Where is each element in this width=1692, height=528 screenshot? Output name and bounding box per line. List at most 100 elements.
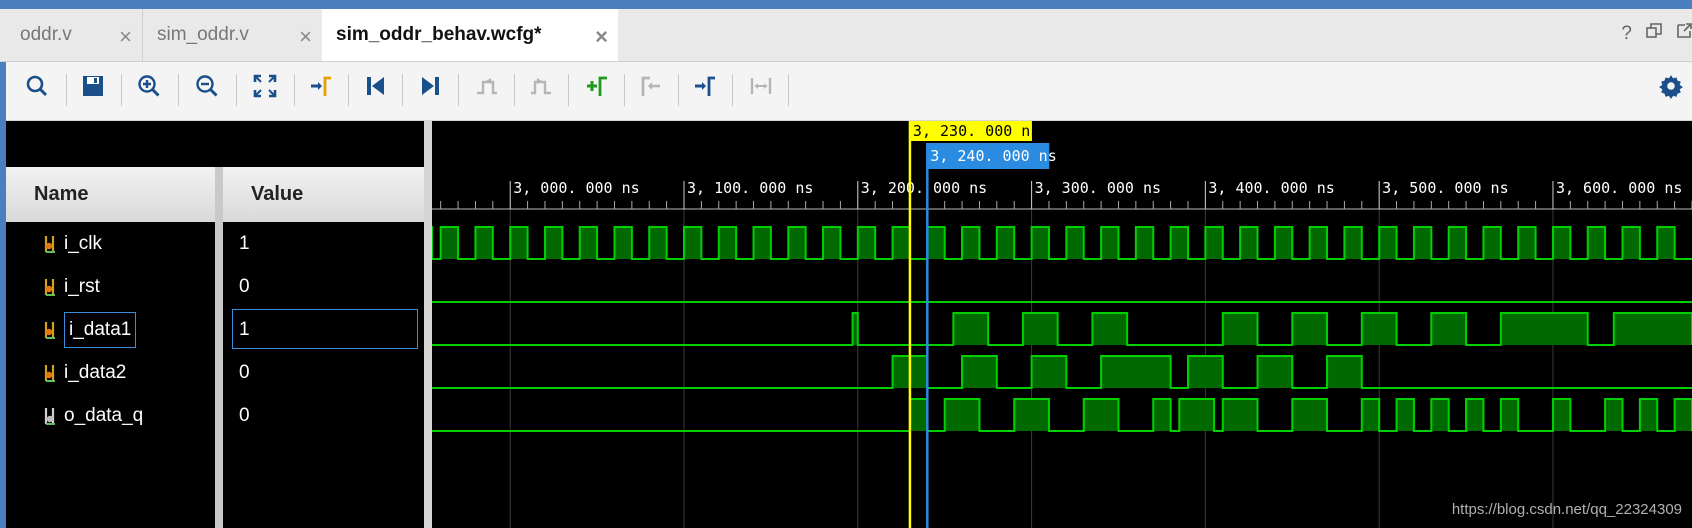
wave-fill [1327,356,1362,388]
wave-fill [649,227,667,259]
wave-fill [1274,227,1293,259]
signal-row-i-rst[interactable]: i_rst [44,265,100,308]
tick-label: 3, 300. 000 ns [1035,179,1161,197]
toolbar-separator [348,74,349,106]
wave-fill [1379,227,1397,259]
wave-fill [892,227,910,259]
float-icon[interactable] [1676,23,1692,45]
toolbar-separator [294,74,295,106]
signal-value: 0 [239,361,250,383]
wave-fill [1240,227,1258,259]
previous-transition-icon[interactable] [472,71,502,101]
pane-splitter[interactable] [424,121,432,528]
toolbar-separator [788,74,789,106]
value-row[interactable]: 1 [223,222,424,265]
previous-marker-icon[interactable] [636,71,666,101]
signal-row-o-data-q[interactable]: o_data_q [44,394,143,437]
waveform-toolbar [6,62,1692,121]
tick-label: 3, 100. 000 ns [687,179,813,197]
close-icon[interactable]: × [595,24,608,50]
column-splitter[interactable] [215,167,223,528]
scope-header-blank [6,121,424,167]
wave-fill [1613,313,1692,345]
search-icon[interactable] [22,71,52,101]
swap-cursors-icon[interactable] [746,71,776,101]
wave-fill [1448,227,1467,259]
watermark: https://blog.csdn.net/qq_22324309 [1451,501,1682,518]
toolbar-separator [732,74,733,106]
wave-fill [718,227,737,259]
zoom-in-icon[interactable] [134,71,164,101]
wave-fill [1083,399,1119,431]
tab-sim-oddr[interactable]: sim_oddr.v × [142,9,322,61]
selection-box [232,309,418,349]
wave-fill [1022,313,1058,345]
next-transition-icon[interactable] [526,71,556,101]
wave-fill [1518,227,1536,259]
signal-name: i_data2 [64,361,127,383]
wave-fill [510,227,528,259]
yellow-cursor-label: 3, 230. 000 ns [913,122,1039,140]
wave-fill [1622,227,1640,259]
go-to-last-time-icon[interactable] [416,71,446,101]
wave-fill [614,227,632,259]
value-column-header[interactable]: Value [251,183,303,206]
wave-fill [1153,399,1171,431]
wave-fill [1101,227,1119,259]
help-icon[interactable]: ? [1621,23,1632,45]
close-icon[interactable]: × [299,24,312,50]
toolbar-separator [66,74,67,106]
wave-fill [544,227,563,259]
signal-name: o_data_q [64,404,144,426]
wave-fill [1605,399,1623,431]
wave-fill [1361,399,1380,431]
tab-label: oddr.v [20,24,72,45]
wave-fill [753,227,771,259]
wave-fill [1657,227,1675,259]
save-icon[interactable] [78,71,108,101]
wave-fill [1222,313,1258,345]
wave-fill [1309,227,1328,259]
settings-icon[interactable] [1656,71,1686,101]
wave-fill [1552,227,1571,259]
go-to-time-zero-icon[interactable] [360,71,390,101]
value-row[interactable]: 0 [223,351,424,394]
waveform-canvas[interactable]: 3, 000. 000 ns 3, 100. 000 ns 3, 200. 000 … [432,121,1692,528]
wave-fill [909,399,928,431]
tab-label: sim_oddr.v [157,24,249,45]
signal-name-column: i_clk i_rst i_data1 i_data2 o_data_q [6,222,215,528]
value-row-selected[interactable]: 1 [223,308,424,351]
tab-oddr[interactable]: oddr.v × [6,9,142,61]
wave-fill [1188,356,1223,388]
signal-row-i-data1[interactable]: i_data1 [44,308,137,351]
tick-label: 3, 000. 000 ns [513,179,639,197]
signal-value: 0 [239,404,250,426]
wave-fill [1344,227,1362,259]
go-to-cursor-icon[interactable] [306,71,336,101]
name-column-header[interactable]: Name [34,183,88,206]
toolbar-separator [236,74,237,106]
add-marker-icon[interactable] [582,71,612,101]
tab-sim-oddr-behav-wcfg[interactable]: sim_oddr_behav.wcfg* × [322,9,618,61]
signal-row-i-data2[interactable]: i_data2 [44,351,126,394]
wave-fill [1587,227,1606,259]
wave-fill [1170,227,1188,259]
signal-row-i-clk[interactable]: i_clk [44,222,102,265]
toolbar-separator [568,74,569,106]
signal-value: 0 [239,275,250,297]
toolbar-separator [121,74,122,106]
next-marker-icon[interactable] [690,71,720,101]
wave-fill [1466,399,1484,431]
wave-fill [823,227,841,259]
wave-fill [1431,399,1449,431]
wave-fill [1031,227,1049,259]
zoom-out-icon[interactable] [192,71,222,101]
close-icon[interactable]: × [119,24,132,50]
value-row[interactable]: 0 [223,265,424,308]
wave-fill [1674,399,1692,431]
value-row[interactable]: 0 [223,394,424,437]
zoom-fit-icon[interactable] [250,71,280,101]
wave-fill [1413,227,1432,259]
restore-icon[interactable] [1646,23,1662,45]
wave-fill [1222,399,1258,431]
